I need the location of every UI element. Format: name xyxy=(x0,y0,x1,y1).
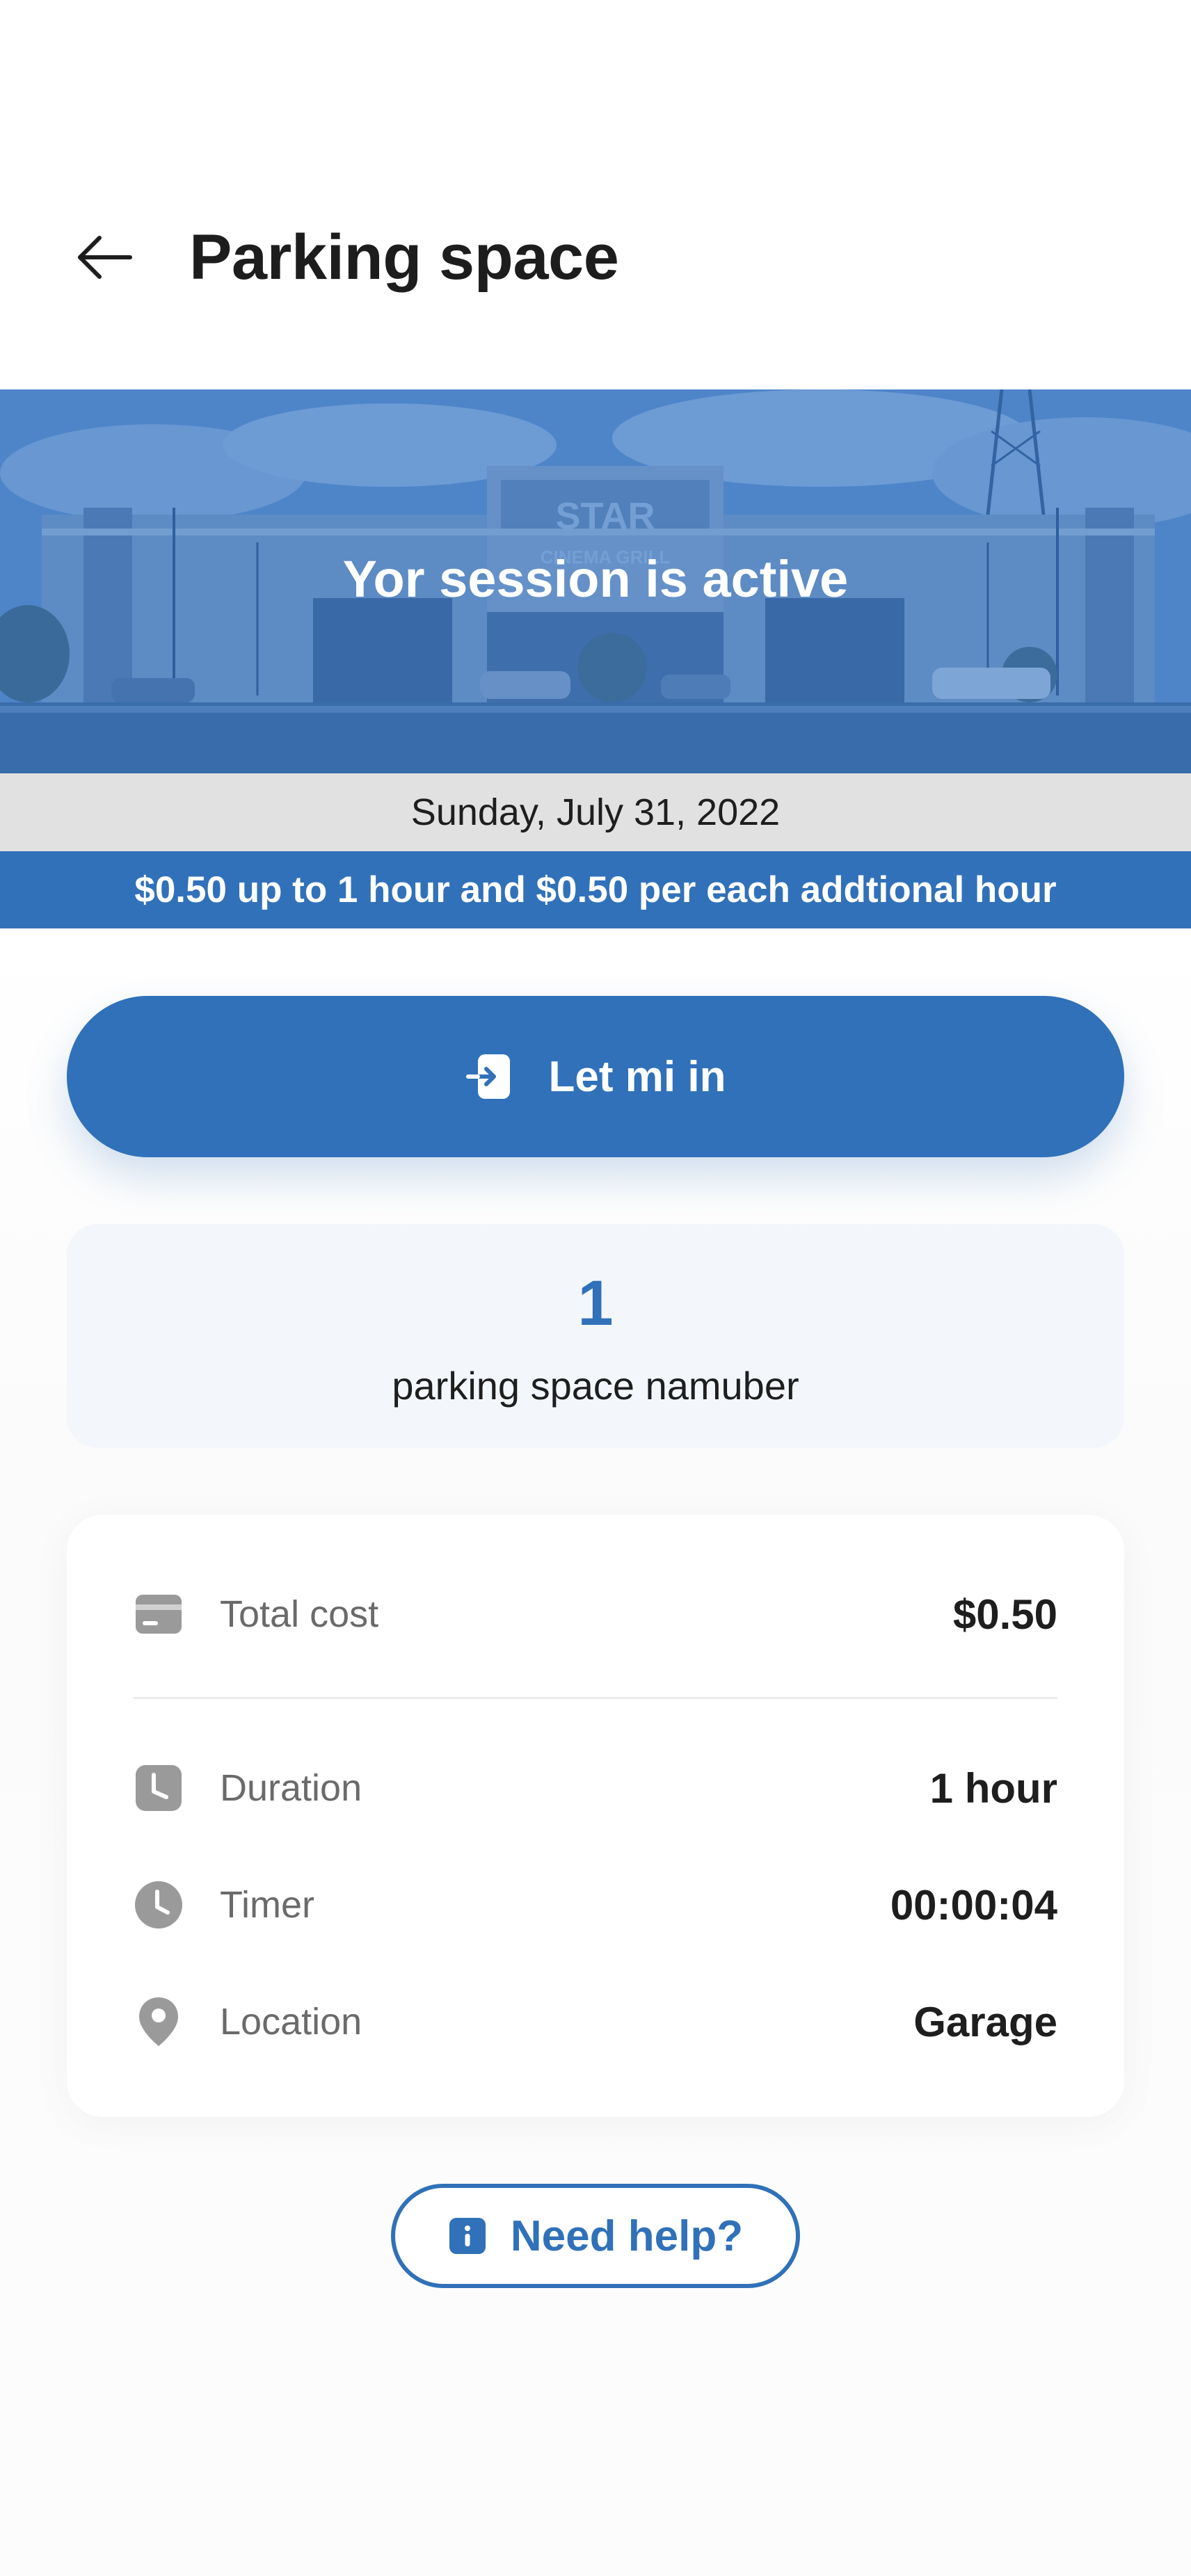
parking-space-caption: parking space namuber xyxy=(392,1364,799,1408)
arrow-left-icon xyxy=(78,236,132,279)
parking-rate: $0.50 up to 1 hour and $0.50 per each ad… xyxy=(0,851,1191,928)
session-date: Sunday, July 31, 2022 xyxy=(0,773,1191,851)
timer-row: Timer 00:00:04 xyxy=(134,1867,1124,1943)
details-divider xyxy=(134,1697,1057,1699)
let-me-in-label: Let mi in xyxy=(548,1052,726,1101)
calendar-clock-icon xyxy=(134,1763,184,1813)
parking-space-card: 1 parking space namuber xyxy=(67,1224,1124,1448)
back-button[interactable] xyxy=(70,223,139,292)
total-cost-label: Total cost xyxy=(220,1593,379,1635)
timer-label: Timer xyxy=(220,1884,314,1926)
let-me-in-button[interactable]: Let mi in xyxy=(67,996,1124,1157)
page-title: Parking space xyxy=(189,222,619,293)
session-status: Yor session is active xyxy=(342,550,849,608)
need-help-button[interactable]: Need help? xyxy=(391,2184,800,2288)
parking-space-number: 1 xyxy=(577,1268,614,1339)
location-row: Location Garage xyxy=(134,1983,1124,2060)
total-cost-value: $0.50 xyxy=(952,1591,1057,1638)
info-icon xyxy=(449,2218,486,2254)
need-help-label: Need help? xyxy=(510,2212,744,2260)
duration-value: 1 hour xyxy=(929,1764,1057,1812)
duration-label: Duration xyxy=(220,1767,362,1809)
duration-row: Duration 1 hour xyxy=(134,1750,1124,1826)
location-pin-icon xyxy=(134,1997,184,2047)
app-header: Parking space xyxy=(0,0,1191,389)
enter-door-icon xyxy=(465,1054,510,1099)
timer-value: 00:00:04 xyxy=(890,1881,1057,1929)
location-label: Location xyxy=(220,2001,362,2043)
clock-icon xyxy=(134,1880,184,1930)
session-details-card: Total cost $0.50 Duration 1 hour Timer 0… xyxy=(67,1515,1124,2117)
total-cost-row: Total cost $0.50 xyxy=(134,1576,1124,1652)
location-value: Garage xyxy=(913,1998,1057,2045)
card-icon xyxy=(134,1589,184,1639)
hero-banner: STAR CINEMA GRILL Yor session is active xyxy=(0,389,1191,773)
